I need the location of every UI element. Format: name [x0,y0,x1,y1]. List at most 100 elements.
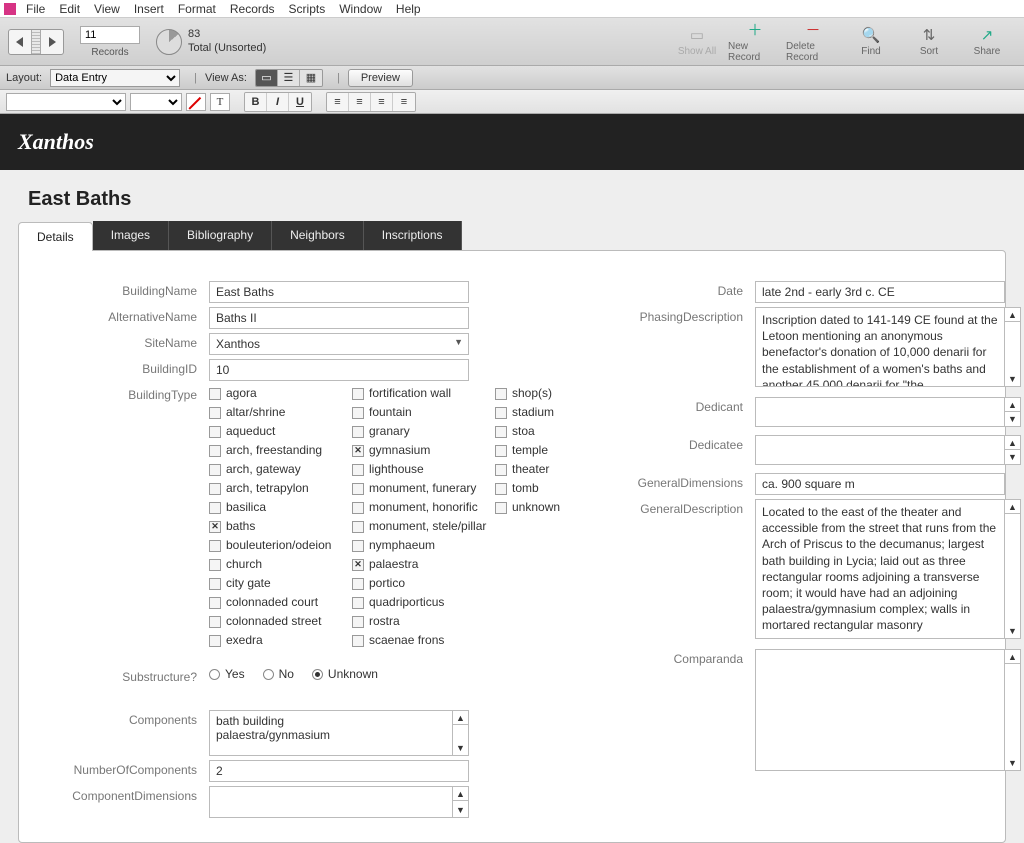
buildingtype-checkbox[interactable]: colonnaded court [209,594,344,611]
tab-images[interactable]: Images [93,221,169,250]
delete-record-button[interactable]: －Delete Record [784,19,842,65]
spinner-up-icon[interactable]: ▲ [1005,308,1020,322]
alternativename-field[interactable] [209,307,469,329]
buildingtype-checkbox[interactable]: quadriporticus [352,594,487,611]
prev-record-button[interactable] [9,30,31,54]
menu-file[interactable]: File [20,1,51,17]
sitename-select[interactable] [209,333,469,355]
spinner-down-icon[interactable]: ▼ [1005,450,1020,464]
underline-button[interactable]: U [289,93,311,111]
align-justify-button[interactable]: ≡ [393,93,415,111]
buildingtype-checkbox[interactable]: aqueduct [209,423,344,440]
buildingtype-checkbox[interactable]: baths [209,518,344,535]
font-select[interactable] [6,93,126,111]
spinner-down-icon[interactable]: ▼ [1005,756,1020,770]
current-record-input[interactable] [80,26,140,44]
align-center-button[interactable]: ≡ [349,93,371,111]
share-button[interactable]: ↗Share [958,19,1016,65]
view-form-button[interactable]: ▭ [256,70,278,86]
buildingtype-checkbox[interactable]: rostra [352,613,487,630]
buildingtype-checkbox[interactable]: nymphaeum [352,537,487,554]
buildingtype-checkbox[interactable]: gymnasium [352,442,487,459]
tab-inscriptions[interactable]: Inscriptions [364,221,462,250]
buildingtype-checkbox[interactable]: bouleuterion/odeion [209,537,344,554]
buildingtype-checkbox[interactable]: unknown [495,499,585,516]
buildingtype-checkbox[interactable]: portico [352,575,487,592]
menu-window[interactable]: Window [333,1,388,17]
sort-button[interactable]: ⇅Sort [900,19,958,65]
new-record-button[interactable]: ＋New Record [726,19,784,65]
dedicant-field[interactable]: ▲▼ [755,397,1021,427]
menu-insert[interactable]: Insert [128,1,170,17]
menu-help[interactable]: Help [390,1,427,17]
buildingtype-checkbox[interactable]: monument, funerary [352,480,487,497]
spinner-up-icon[interactable]: ▲ [453,787,468,801]
buildingtype-checkbox[interactable]: fortification wall [352,385,487,402]
preview-button[interactable]: Preview [348,69,413,87]
buildingtype-checkbox[interactable]: basilica [209,499,344,516]
buildingtype-checkbox[interactable]: altar/shrine [209,404,344,421]
menu-scripts[interactable]: Scripts [283,1,332,17]
comparanda-field[interactable]: ▲▼ [755,649,1021,771]
spinner-down-icon[interactable]: ▼ [453,741,468,755]
substructure-radio[interactable]: No [263,667,294,681]
buildingtype-checkbox[interactable]: lighthouse [352,461,487,478]
spinner-up-icon[interactable]: ▲ [1005,650,1020,664]
buildingtype-checkbox[interactable]: city gate [209,575,344,592]
buildingtype-checkbox[interactable]: monument, honorific [352,499,487,516]
spinner-up-icon[interactable]: ▲ [453,711,468,725]
align-right-button[interactable]: ≡ [371,93,393,111]
spinner-up-icon[interactable]: ▲ [1005,500,1020,514]
buildingtype-checkbox[interactable]: palaestra [352,556,487,573]
menu-format[interactable]: Format [172,1,222,17]
buildingtype-checkbox[interactable]: arch, tetrapylon [209,480,344,497]
date-field[interactable] [755,281,1005,303]
substructure-radio[interactable]: Unknown [312,667,378,681]
spinner-down-icon[interactable]: ▼ [1005,624,1020,638]
buildingtype-checkbox[interactable]: scaenae frons [352,632,487,649]
buildingtype-checkbox[interactable]: monument, stele/pillar [352,518,487,535]
size-select[interactable] [130,93,182,111]
buildingtype-checkbox[interactable]: stoa [495,423,585,440]
buildingid-field[interactable] [209,359,469,381]
menu-records[interactable]: Records [224,1,281,17]
text-color-button[interactable]: T [210,93,230,111]
componentdimensions-field[interactable]: ▲▼ [209,786,469,818]
buildingtype-checkbox[interactable]: tomb [495,480,585,497]
buildingtype-checkbox[interactable]: arch, gateway [209,461,344,478]
spinner-down-icon[interactable]: ▼ [453,803,468,817]
buildingtype-checkbox[interactable]: shop(s) [495,385,585,402]
view-list-button[interactable]: ☰ [278,70,300,86]
components-field[interactable]: bath building palaestra/gynmasium▲▼ [209,710,469,756]
buildingtype-checkbox[interactable]: arch, freestanding [209,442,344,459]
buildingname-field[interactable] [209,281,469,303]
phasing-field[interactable]: Inscription dated to 141-149 CE found at… [755,307,1021,387]
bold-button[interactable]: B [245,93,267,111]
buildingtype-checkbox[interactable]: exedra [209,632,344,649]
align-left-button[interactable]: ≡ [327,93,349,111]
buildingtype-checkbox[interactable]: theater [495,461,585,478]
spinner-down-icon[interactable]: ▼ [1005,412,1020,426]
find-button[interactable]: 🔍Find [842,19,900,65]
show-all-button[interactable]: ▭Show All [668,19,726,65]
italic-button[interactable]: I [267,93,289,111]
substructure-radio[interactable]: Yes [209,667,245,681]
view-table-button[interactable]: ▦ [300,70,322,86]
buildingtype-checkbox[interactable]: fountain [352,404,487,421]
buildingtype-checkbox[interactable]: colonnaded street [209,613,344,630]
buildingtype-checkbox[interactable]: temple [495,442,585,459]
layout-select[interactable]: Data Entry [50,69,180,87]
spinner-down-icon[interactable]: ▼ [1005,372,1020,386]
menu-view[interactable]: View [88,1,126,17]
tab-neighbors[interactable]: Neighbors [272,221,364,250]
menu-edit[interactable]: Edit [53,1,86,17]
buildingtype-checkbox[interactable]: agora [209,385,344,402]
buildingtype-checkbox[interactable]: granary [352,423,487,440]
generaldescription-field[interactable]: Located to the east of the theater and a… [755,499,1021,639]
generaldimensions-field[interactable] [755,473,1005,495]
tab-details[interactable]: Details [18,222,93,251]
numcomponents-field[interactable] [209,760,469,782]
next-record-button[interactable] [41,30,63,54]
buildingtype-checkbox[interactable]: stadium [495,404,585,421]
fill-color-button[interactable] [186,93,206,111]
